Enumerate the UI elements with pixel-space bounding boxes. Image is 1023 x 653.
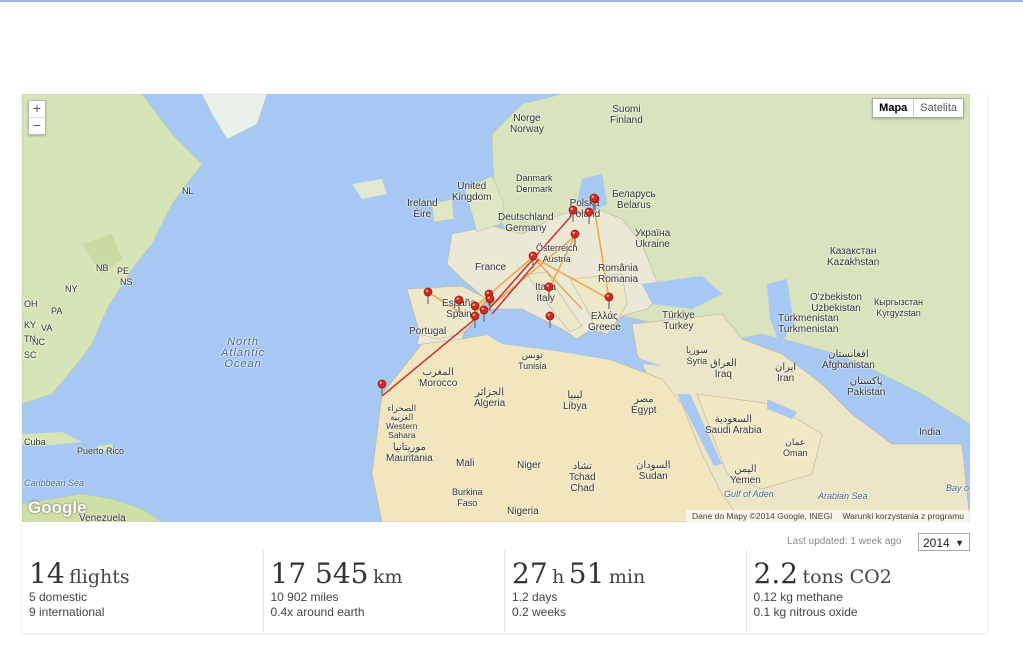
flights-unit: flights: [69, 566, 130, 588]
duration-days: 1.2 days: [512, 590, 558, 604]
terms-link[interactable]: Warunki korzystania z programu: [842, 511, 964, 521]
map-label: Arabian Sea: [818, 491, 868, 501]
map-label: ليبيا Libya: [563, 390, 587, 412]
map-label: Україна Ukraine: [635, 228, 671, 250]
map-label: پاکستان Pakistan: [847, 376, 886, 398]
flight-map[interactable]: Suomi Finland Norge Norway Danmark Denma…: [22, 94, 970, 522]
map-label: Deutschland Germany: [498, 212, 554, 234]
map-label: المغرب Morocco: [419, 367, 458, 389]
map-label: Nigeria: [507, 506, 539, 517]
map-label: Mali: [456, 458, 475, 469]
top-border: [0, 0, 1023, 2]
zoom-out-button[interactable]: −: [29, 117, 45, 134]
map-label: PE: [117, 266, 130, 276]
map-label: Caribbean Sea: [24, 478, 85, 488]
map-type-control: Mapa Satelita: [872, 98, 964, 118]
map-label: United Kingdom: [452, 181, 492, 203]
map-label: Кыргызстан Kyrgyzstan: [874, 297, 923, 318]
year-select-value: 2014: [923, 536, 950, 550]
map-label: Cuba: [24, 437, 46, 447]
year-select[interactable]: 2014 ▼: [918, 533, 970, 551]
map-label: سوريا Syria: [686, 345, 708, 366]
map-label: España Spain: [442, 298, 476, 320]
stats-bar: 14 flights 5 domestic 9 international 17…: [22, 550, 987, 632]
map-label: O'zbekiston Uzbekistan: [810, 292, 862, 314]
duration-hours: 27: [512, 557, 548, 590]
map-label: NB: [96, 263, 109, 273]
map-label: تشاد Tchad Chad: [569, 461, 596, 494]
co2-unit: tons CO2: [802, 566, 892, 588]
duration-hours-unit: h: [552, 566, 565, 588]
flights-count: 14: [29, 557, 65, 590]
distance-value: 17 545: [270, 557, 369, 590]
map-label: Puerto Rico: [77, 446, 125, 456]
map-label: Niger: [517, 460, 541, 471]
stat-emissions: 2.2 tons CO2 0.12 kg methane 0.1 kg nitr…: [745, 550, 988, 632]
co2-value: 2.2: [753, 557, 799, 590]
map-label: North Atlantic Ocean: [221, 336, 266, 370]
map-label: اليمن Yemen: [730, 464, 761, 486]
map-attribution: Dane do Mapy ©2014 Google, INEGI Warunki…: [685, 510, 970, 522]
zoom-control: + −: [28, 100, 46, 135]
map-label: România Romania: [598, 263, 639, 285]
map-label: VA: [41, 323, 53, 333]
domestic-count: 5 domestic: [29, 590, 88, 604]
map-label: Ireland Éire: [407, 198, 438, 220]
map-label: India: [919, 427, 941, 438]
map-label: Казакстан Kazakhstan: [827, 246, 880, 268]
map-label: Gulf of Aden: [724, 489, 774, 499]
map-label: Polska Poland: [569, 198, 601, 220]
map-label: NL: [182, 186, 194, 196]
distance-earth: 0.4x around earth: [270, 605, 365, 619]
map-label: NS: [120, 277, 133, 287]
map-label: KY: [24, 320, 37, 330]
stat-duration: 27 h 51 min 1.2 days 0.2 weeks: [504, 550, 746, 632]
map-label: Burkina Faso: [452, 487, 483, 508]
map-label: ایران Iran: [775, 362, 797, 384]
google-logo[interactable]: Google: [28, 498, 87, 518]
map-label: Norge Norway: [510, 113, 544, 135]
stat-distance: 17 545 km 10 902 miles 0.4x around earth: [262, 550, 505, 632]
map-label: TN: [24, 334, 36, 344]
map-label: الصحراء الغربية Western Sahara: [386, 403, 418, 440]
map-label: Bay o: [946, 483, 970, 493]
methane-value: 0.12 kg methane: [753, 590, 843, 604]
map-label: الجزائر Algeria: [474, 387, 506, 409]
map-label: Österreich Austria: [536, 243, 578, 264]
distance-unit: km: [372, 566, 403, 588]
international-count: 9 international: [29, 605, 105, 619]
map-type-satellite-button[interactable]: Satelita: [914, 99, 963, 117]
map-label: مصر Egypt: [631, 394, 657, 416]
map-label: Italia Italy: [535, 282, 557, 304]
nitrous-oxide-value: 0.1 kg nitrous oxide: [753, 605, 858, 619]
duration-minutes: 51: [568, 557, 605, 590]
map-label: السعودية Saudi Arabia: [705, 414, 762, 436]
map-label: Беларусь Belarus: [612, 189, 656, 211]
zoom-in-button[interactable]: +: [29, 101, 45, 117]
last-updated-text: Last updated: 1 week ago: [787, 536, 902, 547]
map-label: تونس Tunisia: [518, 350, 547, 371]
map-label: Ελλάς Greece: [588, 311, 621, 333]
map-label: NY: [65, 284, 78, 294]
map-label: عمان Oman: [783, 437, 808, 458]
map-label: Türkiye Turkey: [662, 310, 695, 332]
map-label: PA: [51, 306, 63, 316]
map-label: Suomi Finland: [610, 104, 643, 126]
stat-flights: 14 flights 5 domestic 9 international: [22, 550, 263, 632]
map-data-credit: Dane do Mapy ©2014 Google, INEGI: [691, 511, 833, 521]
map-type-map-button[interactable]: Mapa: [873, 99, 915, 117]
map-label: France: [475, 262, 507, 273]
duration-minutes-unit: min: [608, 566, 646, 588]
map-label: السودان Sudan: [636, 460, 671, 482]
map-label: افغانستان Afghanistan: [822, 349, 875, 371]
map-label: OH: [24, 299, 38, 309]
map-label: Danmark Denmark: [516, 173, 553, 194]
map-label: العراق Iraq: [710, 358, 737, 380]
map-label: Türkmenistan Turkmenistan: [778, 313, 839, 335]
distance-miles: 10 902 miles: [270, 590, 339, 604]
map-label: SC: [24, 350, 37, 360]
duration-weeks: 0.2 weeks: [512, 605, 567, 619]
map-label: Portugal: [409, 326, 447, 337]
map-label: موريتانيا Mauritania: [386, 442, 433, 464]
